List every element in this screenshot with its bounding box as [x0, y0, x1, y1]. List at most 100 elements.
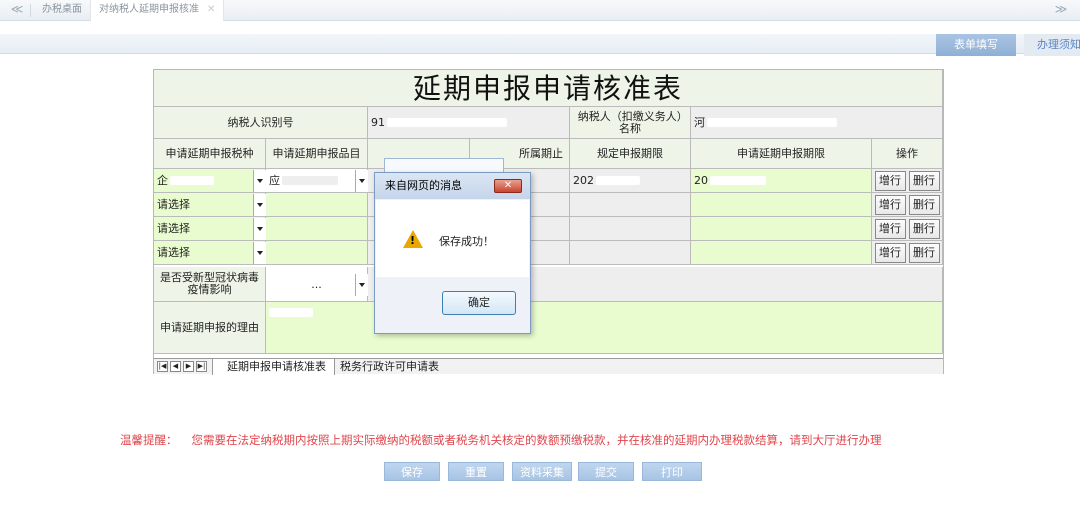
warning-icon: !: [403, 230, 423, 248]
top-tab-bar: ≪ 办税桌面 对纳税人延期申报核准 ✕ ≫: [0, 0, 1080, 21]
tab-separator: [30, 4, 31, 17]
sheet-last-icon[interactable]: ▶|: [196, 361, 207, 372]
taxpayer-name-value: 河: [694, 116, 705, 129]
tab-instructions[interactable]: 办理须知: [1024, 34, 1080, 56]
reminder-label: 温馨提醒：: [120, 433, 178, 447]
chevron-down-icon[interactable]: [355, 274, 368, 296]
chevron-down-icon[interactable]: [253, 170, 266, 192]
print-button[interactable]: 打印: [642, 462, 702, 481]
form-sheet: 延期申报申请核准表 纳税人识别号 91 纳税人（扣缴义务人）名称 河 申请延期申…: [153, 69, 944, 375]
collect-data-button[interactable]: 资料采集: [512, 462, 572, 481]
delete-row-button[interactable]: 删行: [908, 218, 940, 239]
row-actions: 增行 删行: [872, 217, 943, 241]
form-title: 延期申报申请核准表: [154, 70, 943, 107]
taxpayer-id-label: 纳税人识别号: [154, 107, 368, 139]
redaction-mark: [387, 118, 507, 127]
reason-textarea[interactable]: [266, 302, 943, 354]
extended-deadline-field[interactable]: [691, 193, 872, 217]
extended-deadline-value: 20: [694, 174, 708, 187]
submit-button[interactable]: 提交: [578, 462, 634, 481]
extended-deadline-field[interactable]: [691, 217, 872, 241]
add-row-button[interactable]: 增行: [874, 218, 906, 239]
tax-type-value: 请选择: [157, 198, 190, 211]
tax-item-select[interactable]: [266, 193, 368, 217]
row-actions: 增行 删行: [872, 169, 943, 193]
redaction-mark: [596, 176, 640, 185]
close-icon[interactable]: ✕: [207, 4, 215, 15]
sheet-tab-bar: |◀ ◀ ▶ ▶| 延期申报申请核准表 税务行政许可申请表: [154, 358, 943, 375]
tax-type-select[interactable]: 请选择: [154, 217, 266, 241]
tab-extension-approval[interactable]: 对纳税人延期申报核准 ✕: [90, 0, 225, 21]
delete-row-button[interactable]: 删行: [908, 194, 940, 215]
sheet-first-icon[interactable]: |◀: [157, 361, 168, 372]
save-button[interactable]: 保存: [384, 462, 440, 481]
sheet-tab-license[interactable]: 税务行政许可申请表: [332, 359, 447, 375]
add-row-button[interactable]: 增行: [874, 170, 906, 191]
warning-glyph: !: [410, 234, 416, 247]
sheet-tab-approval[interactable]: 延期申报申请核准表: [212, 359, 335, 375]
covid-impact-value: ...: [311, 277, 322, 291]
tax-type-select[interactable]: 请选择: [154, 193, 266, 217]
tax-item-select[interactable]: [266, 241, 368, 265]
col-tax-type: 申请延期申报税种: [154, 139, 266, 169]
reset-button[interactable]: 重置: [448, 462, 504, 481]
tax-type-value: 请选择: [157, 246, 190, 259]
covid-impact-select[interactable]: ...: [266, 267, 368, 302]
chevron-down-icon[interactable]: [355, 170, 368, 192]
tax-type-select[interactable]: 请选择: [154, 241, 266, 265]
tax-type-select[interactable]: 企: [154, 169, 266, 193]
tax-item-value: 应: [269, 174, 280, 187]
col-statutory-deadline: 规定申报期限: [570, 139, 691, 169]
reminder-body: 您需要在法定纳税期内按照上期实际缴纳的税额或者税务机关核定的数额预缴税款，并在核…: [191, 433, 882, 447]
col-tax-item: 申请延期申报品目: [266, 139, 368, 169]
tab-label: 对纳税人延期申报核准: [99, 4, 199, 15]
tab-desktop[interactable]: 办税桌面: [34, 0, 90, 21]
redaction-mark: [707, 118, 837, 127]
add-row-button[interactable]: 增行: [874, 194, 906, 215]
close-icon[interactable]: ✕: [494, 179, 522, 193]
sheet-next-icon[interactable]: ▶: [183, 361, 194, 372]
redaction-mark: [282, 176, 338, 185]
redaction-mark: [170, 176, 214, 185]
sub-header-strip: [0, 34, 1080, 54]
tax-type-value: 企: [157, 174, 168, 187]
sheet-prev-icon[interactable]: ◀: [170, 361, 181, 372]
taxpayer-name-field[interactable]: 河: [691, 107, 943, 139]
reminder-text: 温馨提醒： 您需要在法定纳税期内按照上期实际缴纳的税额或者税务机关核定的数额预缴税…: [120, 432, 1000, 448]
add-row-button[interactable]: 增行: [874, 242, 906, 263]
statutory-deadline-field[interactable]: [570, 193, 691, 217]
tab-form-fill[interactable]: 表单填写: [936, 34, 1016, 56]
message-dialog: 来自网页的消息 ✕ ! 保存成功！ 确定: [374, 172, 531, 334]
dialog-message: 保存成功！: [439, 235, 494, 248]
row-actions: 增行 删行: [872, 241, 943, 265]
statutory-deadline-field[interactable]: [570, 241, 691, 265]
covid-impact-label: 是否受新型冠状病毒疫情影响: [154, 267, 266, 302]
tab-label: 办税桌面: [42, 4, 82, 15]
col-actions: 操作: [872, 139, 943, 169]
reason-label: 申请延期申报的理由: [154, 302, 266, 354]
statutory-deadline-field[interactable]: [570, 217, 691, 241]
tax-item-select[interactable]: [266, 217, 368, 241]
tax-type-value: 请选择: [157, 222, 190, 235]
extended-deadline-field[interactable]: 20: [691, 169, 872, 193]
tabs-forward-icon[interactable]: ≫: [1048, 0, 1074, 21]
taxpayer-id-value: 91: [371, 116, 385, 129]
dialog-body: ! 保存成功！: [376, 200, 529, 277]
statutory-deadline-field[interactable]: 202: [570, 169, 691, 193]
statutory-deadline-value: 202: [573, 174, 594, 187]
tabs-back-icon[interactable]: ≪: [4, 0, 30, 21]
redaction-mark: [710, 176, 766, 185]
delete-row-button[interactable]: 删行: [908, 242, 940, 263]
redaction-mark: [269, 308, 313, 317]
ok-button[interactable]: 确定: [442, 291, 516, 315]
taxpayer-id-field[interactable]: 91: [368, 107, 570, 139]
col-extended-deadline: 申请延期申报期限: [691, 139, 872, 169]
tax-item-select[interactable]: 应: [266, 169, 368, 193]
chevron-down-icon[interactable]: [253, 242, 266, 264]
row-actions: 增行 删行: [872, 193, 943, 217]
chevron-down-icon[interactable]: [253, 194, 266, 216]
taxpayer-name-label: 纳税人（扣缴义务人）名称: [570, 107, 691, 139]
chevron-down-icon[interactable]: [253, 218, 266, 240]
extended-deadline-field[interactable]: [691, 241, 872, 265]
delete-row-button[interactable]: 删行: [908, 170, 940, 191]
